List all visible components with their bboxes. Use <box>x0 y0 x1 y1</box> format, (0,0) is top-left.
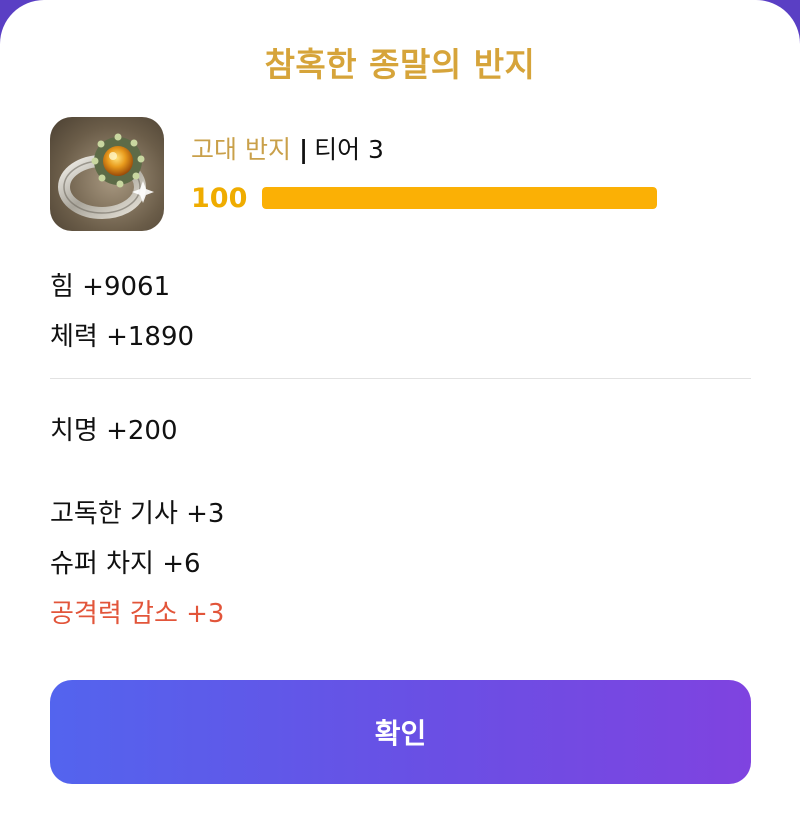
item-type-tier: 고대 반지 | 티어 3 <box>191 130 384 166</box>
level-progress-fill <box>262 187 657 209</box>
effect-lonely-knight: 고독한 기사 +3 <box>50 499 225 529</box>
item-level: 100 <box>191 183 248 214</box>
item-title: 참혹한 종말의 반지 <box>264 45 536 84</box>
confirm-button[interactable]: 확인 <box>50 680 751 784</box>
ring-icon <box>50 117 164 231</box>
effect-super-charge: 슈퍼 차지 +6 <box>50 549 201 579</box>
stat-strength: 힘 +9061 <box>50 272 171 302</box>
level-progress-bar <box>262 187 657 209</box>
stat-stamina: 체력 +1890 <box>50 322 195 352</box>
item-tier: 티어 3 <box>314 135 384 164</box>
stat-critical: 치명 +200 <box>50 416 178 446</box>
divider <box>50 378 751 379</box>
item-type: 고대 반지 <box>191 135 291 164</box>
item-detail-dialog: 참혹한 종말의 반지 고대 반지 | 티어 3 100 힘 +9061 체력 +… <box>0 0 800 824</box>
separator: | <box>298 135 309 164</box>
effect-attack-reduction: 공격력 감소 +3 <box>50 599 225 629</box>
